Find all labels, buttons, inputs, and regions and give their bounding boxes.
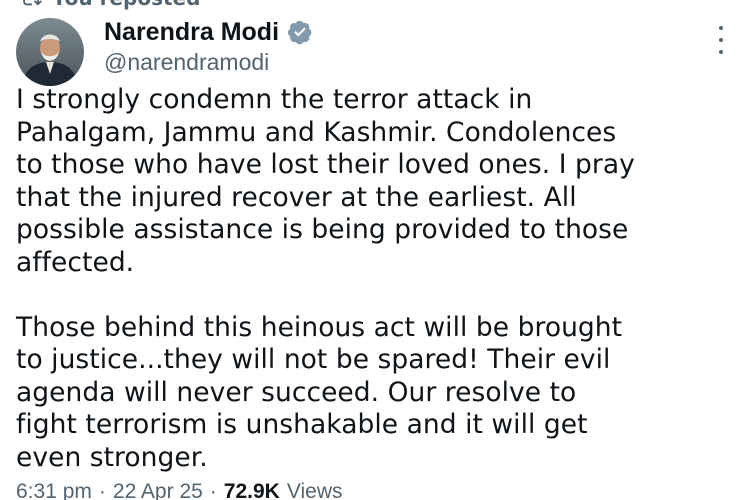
tweet-line: affected.: [16, 246, 135, 278]
tweet-time[interactable]: 6:31 pm: [16, 480, 92, 500]
tweet-line: Those behind this heinous act will be br…: [16, 311, 623, 343]
verified-badge-icon[interactable]: [287, 19, 313, 45]
views-count[interactable]: 72.9K: [224, 480, 280, 500]
tweet-line: I strongly condemn the terror attack in: [16, 84, 533, 115]
tweet-line: to those who have lost their loved ones.…: [16, 149, 635, 180]
tweet-line: fight terrorism is unshakable and it wil…: [16, 409, 588, 440]
more-dot: [719, 38, 723, 42]
repost-icon: [20, 0, 42, 9]
more-dot: [719, 50, 723, 54]
tweet-text: I strongly condemn the terror attack in …: [16, 84, 738, 474]
tweet-line: possible assistance is being provided to…: [16, 214, 629, 245]
tweet-line: Pahalgam, Jammu and Kashmir. Condolences: [16, 116, 617, 148]
tweet-line: agenda will never succeed. Our resolve t…: [16, 376, 577, 408]
tweet-line: even stronger.: [16, 441, 208, 473]
author-name[interactable]: Narendra Modi: [104, 18, 279, 47]
more-dot: [719, 26, 723, 30]
tweet-date[interactable]: 22 Apr 25: [113, 480, 203, 500]
views-label: Views: [286, 480, 343, 500]
author-name-row: Narendra Modi: [104, 17, 664, 47]
repost-label: You reposted: [52, 0, 200, 10]
meta-separator: ·: [98, 480, 106, 500]
tweet-line: that the injured recover at the earliest…: [16, 181, 577, 213]
tweet-line: to justice...they will not be spared! Th…: [16, 344, 611, 375]
more-options-icon[interactable]: [716, 26, 726, 54]
meta-separator: ·: [209, 480, 217, 500]
repost-context[interactable]: You reposted: [20, 0, 200, 10]
author-block: Narendra Modi @narendramodi: [104, 17, 664, 75]
tweet-meta: 6:31 pm · 22 Apr 25 · 72.9K Views: [16, 480, 342, 500]
avatar[interactable]: [16, 18, 84, 86]
author-handle[interactable]: @narendramodi: [104, 49, 664, 75]
